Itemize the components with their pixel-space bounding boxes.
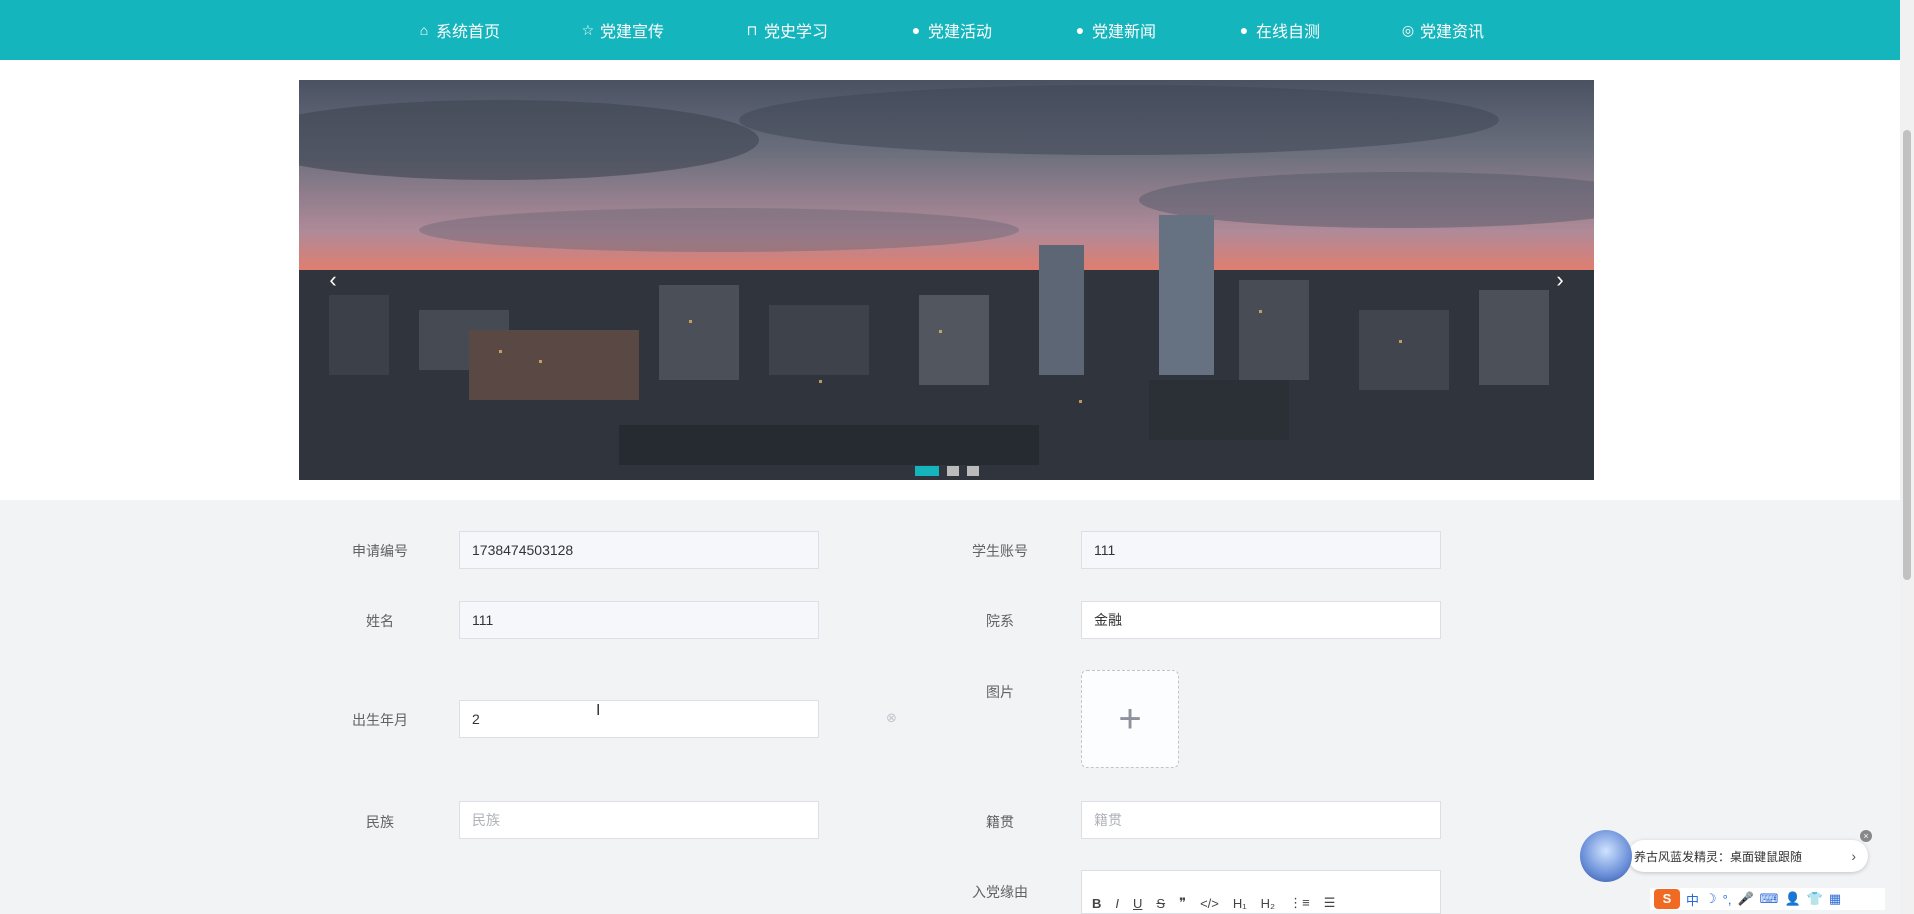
h1-button[interactable]: H₁ [1233,896,1247,911]
h2-button[interactable]: H₂ [1261,896,1275,911]
birth-field[interactable]: 2 [459,700,819,738]
scrollbar-thumb[interactable] [1903,130,1911,580]
native-place-label: 籍贯 [986,814,1014,830]
nav-label: 党史学习 [763,24,828,41]
image-upload-button[interactable]: + [1081,670,1179,768]
widget-text: 养古风蓝发精灵：桌面键鼠跟随 [1634,849,1803,864]
carousel-dot-1[interactable] [914,466,939,476]
text-cursor-icon: I [596,702,601,719]
nav-label: 党建宣传 [599,24,664,41]
department-field[interactable]: 金融 [1081,601,1441,639]
carousel-indicators [299,466,1594,476]
carousel-next-button[interactable]: › [1548,265,1572,295]
nav-item-news[interactable]: ● 党建新闻 [1072,18,1156,42]
quote-button[interactable]: ❞ [1179,895,1186,911]
picture-label: 图片 [986,684,1014,700]
avatar[interactable] [1580,830,1632,882]
city-skyline-image [299,85,1594,480]
nav-label: 党建活动 [927,24,992,41]
nav-label: 党建新闻 [1092,24,1157,41]
home-icon: ⌂ [419,22,429,38]
page-scrollbar[interactable] [1900,0,1914,914]
nav-item-publicity[interactable]: ☆ 党建宣传 [580,18,664,42]
name-label: 姓名 [366,613,394,629]
plus-icon: + [1118,696,1142,741]
carousel-dot-2[interactable] [946,466,959,476]
code-button[interactable]: </> [1200,896,1219,911]
bullet-list-button[interactable]: ☰ [1324,895,1336,911]
underline-button[interactable]: U [1133,896,1142,911]
student-account-label: 学生账号 [972,543,1028,559]
desktop-pet-widget[interactable]: 养古风蓝发精灵：桌面键鼠跟随 › × [1580,830,1874,884]
nav-label: 系统首页 [435,24,500,41]
nav-item-activities[interactable]: ● 党建活动 [908,18,992,42]
application-no-field[interactable]: 1738474503128 [459,531,819,569]
ordered-list-button[interactable]: ⋮≡ [1289,895,1310,911]
rich-text-toolbar: B I U S ❞ </> H₁ H₂ ⋮≡ ☰ [1081,870,1441,914]
nav-item-self-test[interactable]: ● 在线自测 [1236,18,1320,42]
moon-icon[interactable]: ☽ [1705,891,1717,907]
department-label: 院系 [986,613,1014,629]
birth-label: 出生年月 [352,712,408,728]
ime-toolbar: S 中 ☽ °, 🎤 ⌨ 👤 👕 ▦ [1650,888,1885,910]
top-nav: ⌂ 系统首页 ☆ 党建宣传 ⊓ 党史学习 ● 党建活动 ● 党建新闻 ● 在线自… [0,0,1900,60]
ime-language-toggle[interactable]: 中 [1686,890,1699,909]
info-icon: ● [1239,22,1249,38]
chevron-right-icon[interactable]: › [1851,848,1856,864]
punctuation-icon[interactable]: °, [1723,892,1732,907]
keyboard-icon[interactable]: ⌨ [1760,891,1779,907]
italic-button[interactable]: I [1115,896,1119,911]
student-account-field[interactable]: 111 [1081,531,1441,569]
nav-label: 党建资讯 [1420,24,1485,41]
grid-icon[interactable]: ▦ [1829,891,1841,907]
alert-icon: ● [911,22,921,38]
star-icon: ☆ [581,21,595,38]
carousel-prev-button[interactable]: ‹ [321,265,345,295]
user-icon[interactable]: 👤 [1784,891,1800,907]
native-place-field[interactable]: 籍贯 [1081,801,1441,839]
widget-bubble[interactable]: 养古风蓝发精灵：桌面键鼠跟随 › [1628,840,1868,872]
bag-icon: ⊓ [746,21,758,38]
nav-item-info[interactable]: ◎ 党建资讯 [1400,18,1484,42]
bold-button[interactable]: B [1092,896,1101,911]
image-carousel: ‹ › [299,80,1594,480]
nav-item-history[interactable]: ⊓ 党史学习 [744,18,828,42]
application-no-label: 申请编号 [352,543,408,559]
help-icon: ● [1075,22,1085,38]
reason-label: 入党缘由 [972,884,1028,900]
skin-icon[interactable]: 👕 [1807,891,1823,907]
clear-icon[interactable]: ⊗ [886,710,897,726]
sogou-logo-icon[interactable]: S [1654,889,1680,909]
nav-label: 在线自测 [1256,24,1321,41]
ethnicity-label: 民族 [366,814,394,830]
ethnicity-field[interactable]: 民族 [459,801,819,839]
name-field[interactable]: 111 [459,601,819,639]
microphone-icon[interactable]: 🎤 [1737,891,1753,907]
close-icon[interactable]: × [1860,830,1872,842]
strike-button[interactable]: S [1156,896,1165,911]
globe-icon: ◎ [1401,21,1415,38]
carousel-dot-3[interactable] [966,466,979,476]
nav-item-home[interactable]: ⌂ 系统首页 [416,18,500,42]
